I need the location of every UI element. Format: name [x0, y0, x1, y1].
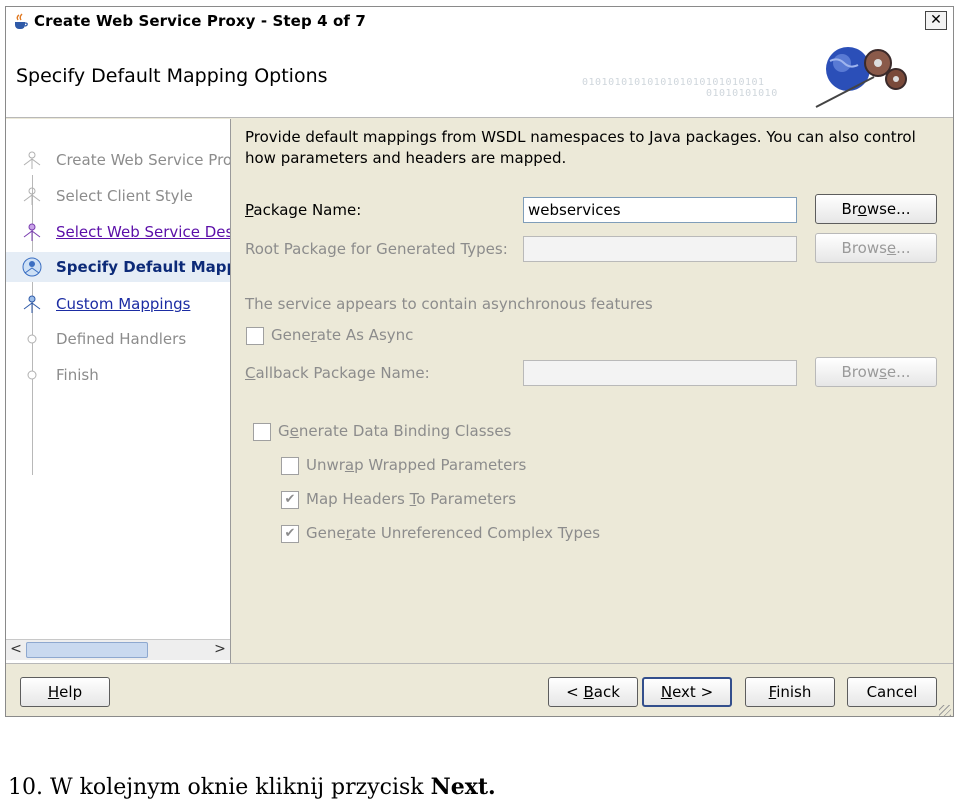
root-package-input	[523, 236, 797, 262]
title-bar: Create Web Service Proxy - Step 4 of 7 ✕	[6, 7, 953, 35]
wizard-footer: Help < Back Next > Finish Cancel	[6, 663, 953, 716]
step-select-client-style: Select Client Style	[6, 181, 230, 211]
generate-async-checkbox	[246, 327, 264, 345]
package-browse-button[interactable]: Browse...	[815, 194, 937, 224]
step-person-icon	[23, 295, 41, 313]
step-person-icon	[23, 151, 41, 169]
callback-browse-button: Browse...	[815, 357, 937, 387]
generate-data-binding-checkbox	[253, 423, 271, 441]
nav-step-label[interactable]: Custom Mappings	[56, 295, 190, 313]
step-person-icon	[23, 187, 41, 205]
intro-text: Provide default mappings from WSDL names…	[245, 128, 916, 167]
package-name-label: Package Name:	[245, 201, 362, 219]
instruction-caption: 10. W kolejnym oknie kliknij przycisk Ne…	[8, 774, 496, 800]
nav-step-label[interactable]: Select Web Service Desc	[56, 223, 230, 241]
next-button[interactable]: Next >	[642, 677, 732, 707]
callback-package-input	[523, 360, 797, 386]
wizard-steps-panel: Create Web Service Pro Select Client Sty…	[6, 119, 231, 663]
finish-button[interactable]: Finish	[745, 677, 835, 707]
wizard-header: Specify Default Mapping Options 01010101…	[6, 35, 953, 118]
scroll-right-icon[interactable]: >	[211, 641, 229, 658]
callback-package-label: Callback Package Name:	[245, 364, 430, 382]
nav-step-label: Specify Default Mapp	[56, 258, 231, 276]
nav-step-label: Defined Handlers	[56, 330, 187, 348]
generate-async-label: Generate As Async	[271, 326, 414, 344]
close-button[interactable]: ✕	[925, 11, 947, 30]
back-button[interactable]: < Back	[548, 677, 638, 707]
step-person-icon	[23, 223, 41, 241]
help-button[interactable]: Help	[20, 677, 110, 707]
map-headers-checkbox: ✔	[281, 491, 299, 509]
step-custom-mappings[interactable]: Custom Mappings	[6, 289, 230, 319]
current-step-icon	[22, 257, 42, 277]
cancel-button[interactable]: Cancel	[847, 677, 937, 707]
resize-grip-icon[interactable]	[939, 705, 951, 716]
generate-unreferenced-label: Generate Unreferenced Complex Types	[306, 524, 601, 542]
check-mark-icon: ✔	[284, 526, 296, 541]
globe-gears-icon	[815, 47, 907, 108]
step-defined-handlers: Defined Handlers	[6, 324, 230, 354]
nav-step-label: Select Client Style	[56, 187, 193, 205]
create-web-service-proxy-dialog: Create Web Service Proxy - Step 4 of 7 ✕…	[5, 6, 954, 717]
nav-step-label: Finish	[56, 366, 99, 384]
binary-decoration: 0101010101010101010101010101	[582, 77, 765, 88]
step-finish: Finish	[6, 360, 230, 390]
nav-step-label: Create Web Service Pro	[56, 151, 231, 169]
step-create-web-service-proxy: Create Web Service Pro	[6, 145, 230, 175]
root-package-label: Root Package for Generated Types:	[245, 240, 508, 258]
generate-data-binding-label: Generate Data Binding Classes	[278, 422, 512, 440]
step-specify-default-mapping: Specify Default Mapp	[6, 252, 230, 282]
step-circle-icon	[27, 370, 37, 380]
generate-unreferenced-checkbox: ✔	[281, 525, 299, 543]
check-mark-icon: ✔	[284, 492, 296, 507]
java-cup-icon	[15, 13, 28, 29]
window-title: Create Web Service Proxy - Step 4 of 7	[34, 12, 366, 30]
steps-horizontal-scrollbar[interactable]: < >	[6, 639, 230, 660]
step-circle-icon	[27, 334, 37, 344]
binary-decoration-2: 01010101010	[706, 88, 778, 99]
page-title: Specify Default Mapping Options	[16, 65, 328, 87]
unwrap-parameters-checkbox	[281, 457, 299, 475]
async-note: The service appears to contain asynchron…	[245, 295, 653, 313]
mapping-options-panel: Provide default mappings from WSDL names…	[231, 119, 953, 663]
scroll-left-icon[interactable]: <	[7, 641, 25, 658]
step-select-web-service-description[interactable]: Select Web Service Desc	[6, 217, 230, 247]
unwrap-parameters-label: Unwrap Wrapped Parameters	[306, 456, 527, 474]
root-package-browse-button: Browse...	[815, 233, 937, 263]
package-name-input[interactable]: webservices	[523, 197, 797, 223]
map-headers-label: Map Headers To Parameters	[306, 490, 517, 508]
close-icon: ✕	[930, 12, 942, 28]
scrollbar-thumb[interactable]	[26, 642, 148, 658]
